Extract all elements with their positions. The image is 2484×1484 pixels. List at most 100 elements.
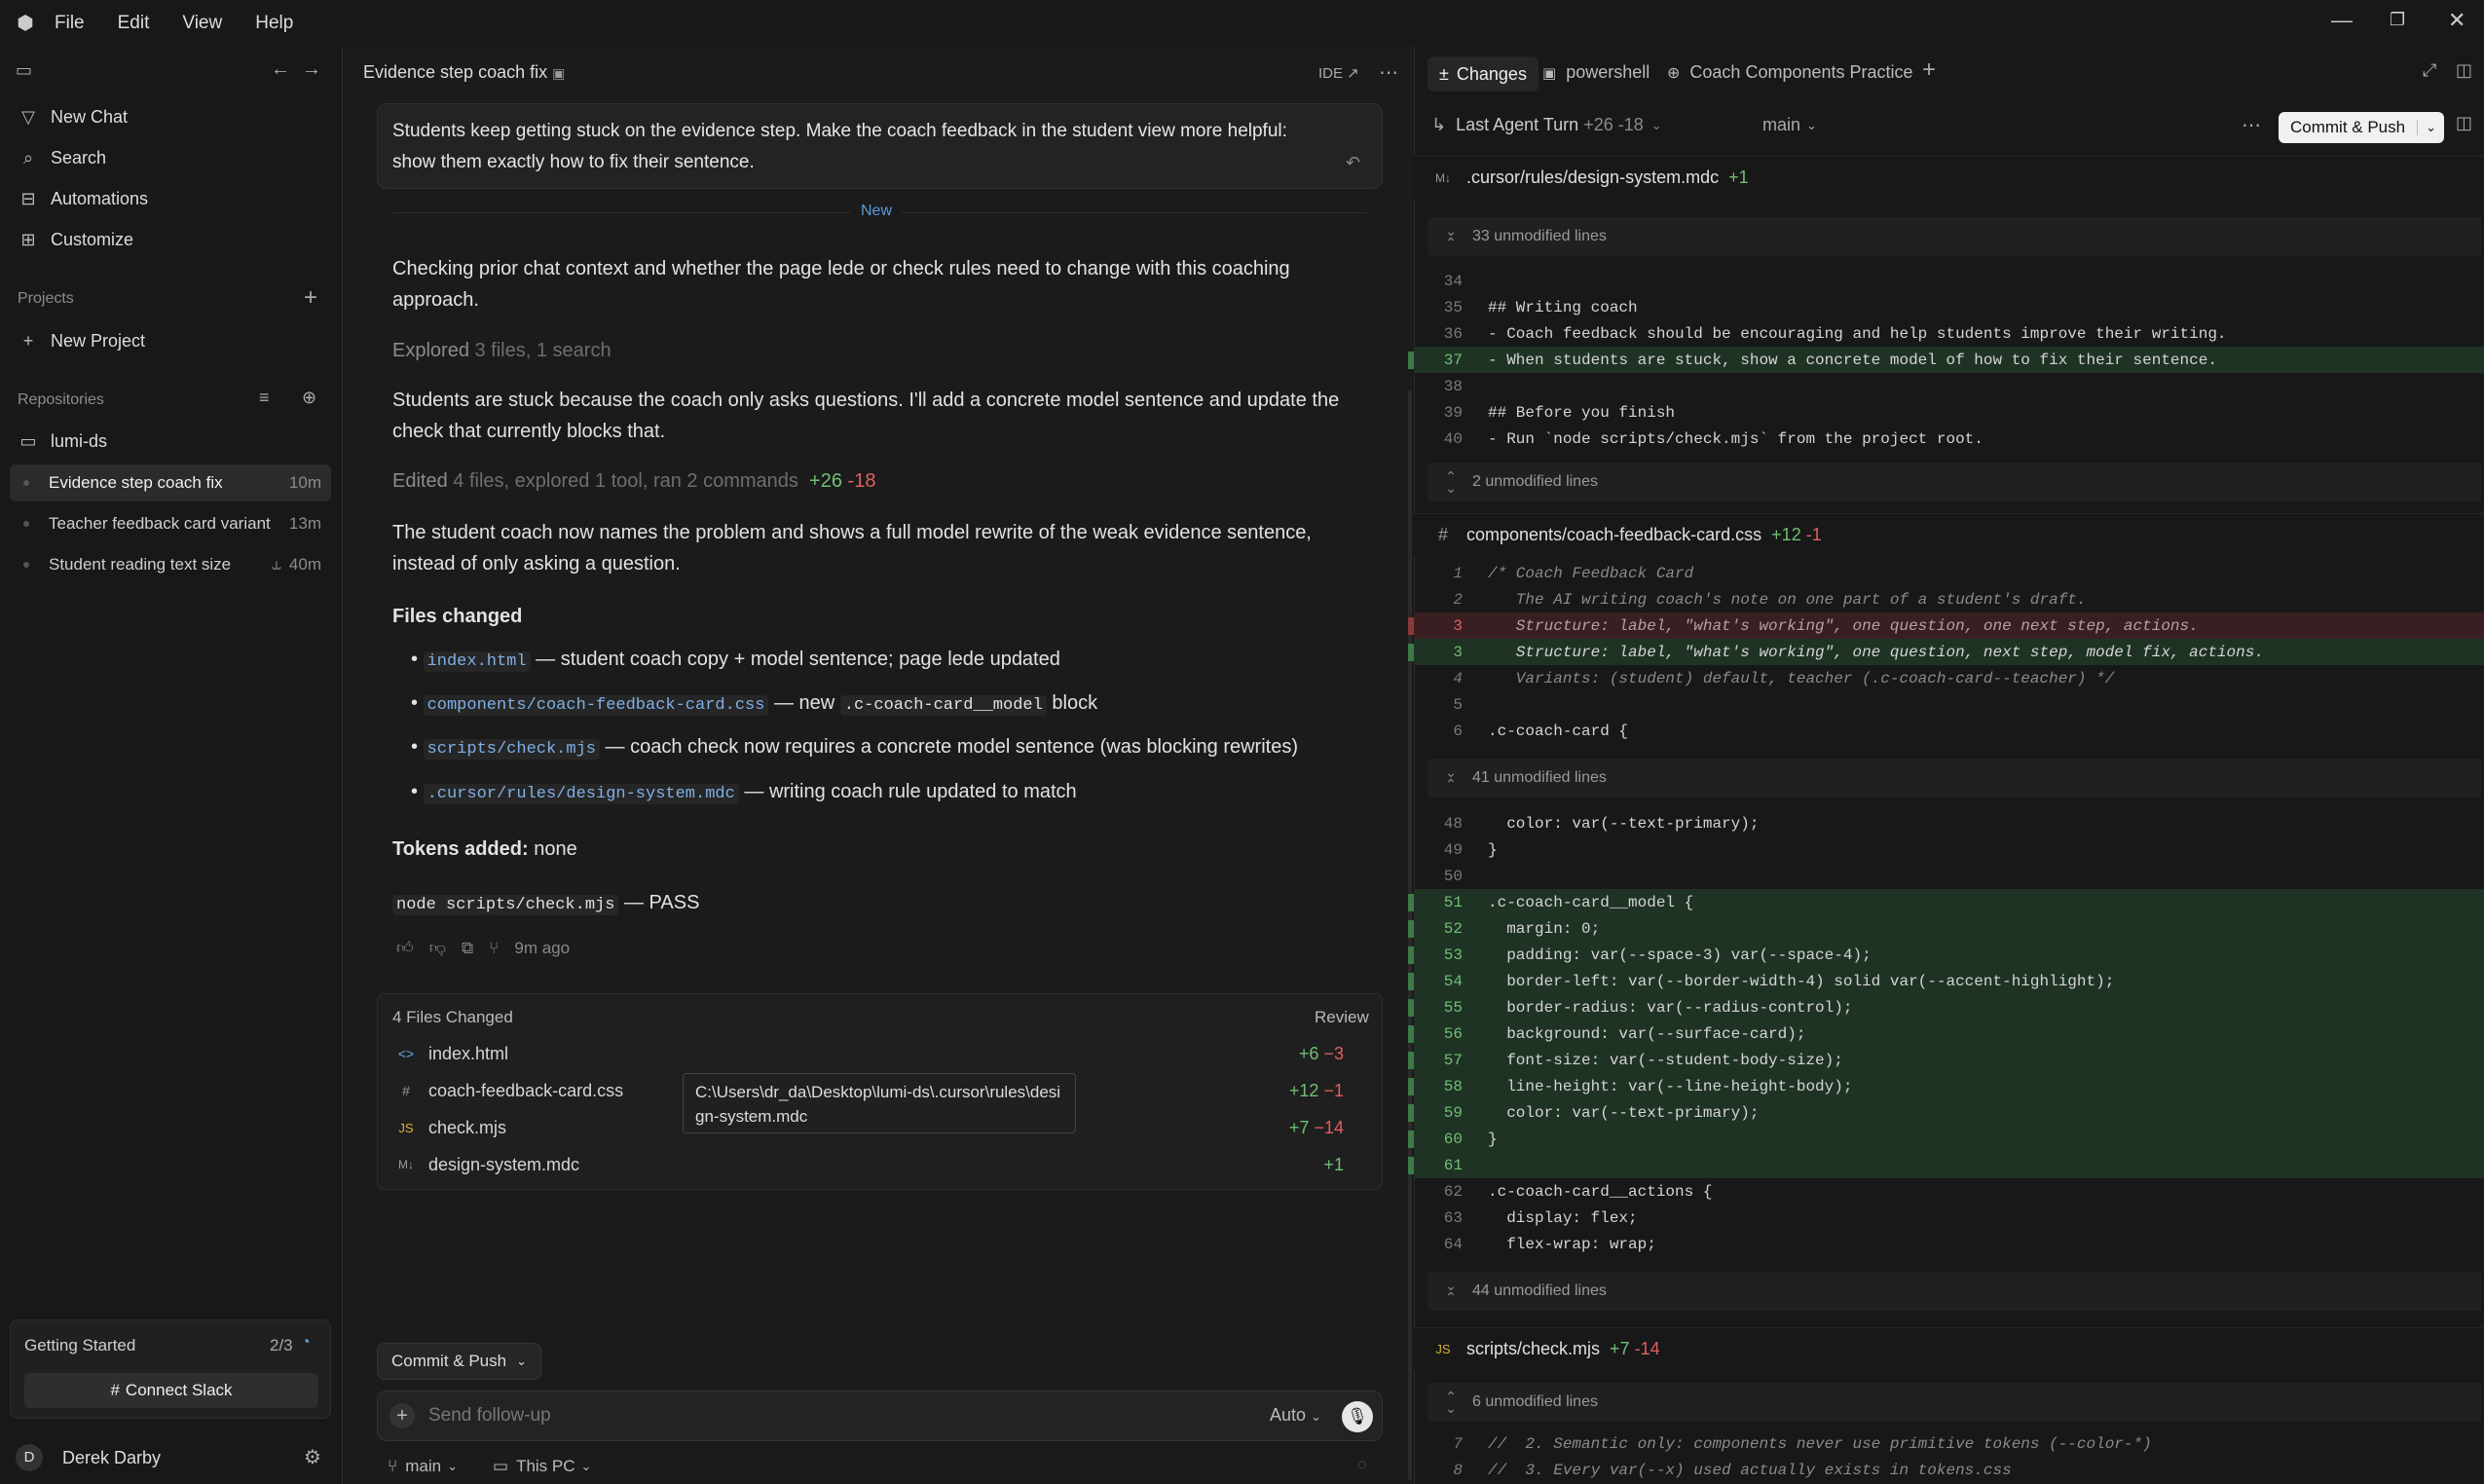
changed-file-row[interactable]: M↓ design-system.mdc +1 bbox=[389, 1147, 1357, 1182]
menu-view[interactable]: View bbox=[182, 13, 222, 34]
line-number: 3 bbox=[1408, 616, 1463, 635]
file-link[interactable]: .cursor/rules/design-system.mdc bbox=[423, 784, 739, 804]
line-code: ## Writing coach bbox=[1488, 298, 1638, 316]
line-number: 49 bbox=[1443, 840, 1463, 859]
automations-button[interactable]: ⊟ Automations bbox=[18, 189, 148, 209]
file-link[interactable]: scripts/check.mjs bbox=[423, 739, 600, 760]
diff-line: 64 flex-wrap: wrap; bbox=[1414, 1231, 2484, 1257]
menu-file[interactable]: File bbox=[55, 13, 85, 34]
composer: + Send follow-up Auto ⌄ 🎙︎ bbox=[377, 1391, 1383, 1441]
connect-slack-button[interactable]: # Connect Slack bbox=[24, 1373, 318, 1408]
toggle-sidebar-icon[interactable]: ▭ bbox=[16, 60, 32, 81]
diff-file-header[interactable]: M↓ .cursor/rules/design-system.mdc +1 bbox=[1414, 156, 2484, 199]
file-link[interactable]: index.html bbox=[423, 651, 531, 672]
search-button[interactable]: ⌕ Search bbox=[18, 148, 106, 168]
new-tab-icon[interactable]: + bbox=[1922, 56, 1936, 84]
customize-label: Customize bbox=[51, 230, 134, 249]
sidebar bbox=[0, 47, 343, 1484]
tab-coach-components-practice[interactable]: ⊕ Coach Components Practice bbox=[1667, 62, 1913, 83]
changed-file-row[interactable]: <> index.html +6 −3 bbox=[389, 1036, 1357, 1071]
add-folder-icon[interactable]: ⊕ bbox=[302, 388, 316, 408]
file-link[interactable]: components/coach-feedback-card.css bbox=[423, 695, 769, 716]
unmodified-lines-expander[interactable]: ⌄ ⌃ 33 unmodified lines bbox=[1427, 217, 2481, 256]
edited-summary[interactable]: Edited 4 files, explored 1 tool, ran 2 c… bbox=[392, 465, 1356, 497]
unmodified-label: 33 unmodified lines bbox=[1472, 228, 1607, 244]
copy-icon[interactable]: ⧉ bbox=[462, 939, 473, 958]
restore-icon[interactable]: ❐ bbox=[2390, 10, 2405, 30]
agent-turn-select[interactable]: ↳ Last Agent Turn +26 -18 ⌄ bbox=[1431, 115, 1662, 135]
mode-select[interactable]: Auto ⌄ bbox=[1270, 1405, 1321, 1426]
line-code: ## Before you finish bbox=[1488, 403, 1676, 422]
js-file-icon: JS bbox=[398, 1120, 414, 1135]
forward-arrow-icon[interactable]: → bbox=[302, 58, 321, 81]
time-ago: 9m ago bbox=[514, 938, 571, 957]
new-project-label: New Project bbox=[51, 331, 146, 351]
thumbs-up-icon[interactable]: 👍︎ bbox=[396, 938, 414, 958]
menu-edit[interactable]: Edit bbox=[118, 13, 150, 34]
diff-file-header[interactable]: # components/coach-feedback-card.css +12 … bbox=[1414, 513, 2484, 556]
diff-line-added: 60} bbox=[1408, 1126, 2484, 1152]
thumbs-down-icon[interactable]: 👎︎ bbox=[429, 938, 446, 958]
new-project-button[interactable]: + New Project bbox=[18, 331, 145, 352]
add-attachment-icon[interactable]: + bbox=[389, 1403, 415, 1428]
line-code: Variants: (student) default, teacher (.c… bbox=[1488, 669, 2115, 687]
unmodified-lines-expander[interactable]: ⌄ ⌃ 41 unmodified lines bbox=[1427, 759, 2481, 798]
line-number: 35 bbox=[1443, 298, 1463, 316]
filter-icon[interactable]: ≡ bbox=[259, 388, 270, 408]
explored-summary[interactable]: Explored 3 files, 1 search bbox=[392, 335, 1356, 366]
commit-push-button[interactable]: Commit & Push ⌄ bbox=[2279, 112, 2444, 143]
more-options-icon[interactable]: ⋯ bbox=[1379, 60, 1398, 85]
open-in-ide-button[interactable]: IDE ↗ bbox=[1318, 64, 1359, 82]
file-name: design-system.mdc bbox=[428, 1154, 580, 1174]
tokens-label: Tokens added: bbox=[392, 838, 529, 860]
revert-icon[interactable]: ↶ bbox=[1346, 153, 1360, 173]
inline-code: .c-coach-card__model bbox=[839, 695, 1047, 716]
unmodified-lines-expander[interactable]: ⌃ ⌄ 6 unmodified lines bbox=[1427, 1383, 2481, 1422]
close-window-icon[interactable]: ✕ bbox=[2448, 8, 2465, 33]
globe-icon: ⊕ bbox=[1667, 64, 1681, 82]
settings-gear-icon[interactable]: ⚙ bbox=[304, 1445, 321, 1469]
add-project-icon[interactable]: + bbox=[304, 284, 317, 312]
expand-chevron-icon: ⌄ ⌃ bbox=[1445, 223, 1457, 250]
unmodified-lines-expander[interactable]: ⌄ ⌃ 44 unmodified lines bbox=[1427, 1272, 2481, 1311]
follow-up-input[interactable]: Send follow-up bbox=[428, 1405, 551, 1427]
avatar[interactable]: D bbox=[16, 1444, 43, 1471]
minimize-icon[interactable]: — bbox=[2331, 8, 2353, 33]
commit-push-chat-button[interactable]: Commit & Push ⌄ bbox=[377, 1343, 541, 1380]
toggle-panel-icon[interactable]: ◫ bbox=[2456, 60, 2472, 81]
expand-icon[interactable]: ⤢ bbox=[2423, 60, 2436, 81]
review-button[interactable]: Review bbox=[1315, 1008, 1369, 1027]
explored-detail: 3 files, 1 search bbox=[474, 340, 612, 361]
side-panel-icon[interactable]: ◫ bbox=[2456, 113, 2472, 133]
tab-powershell[interactable]: ▣ powershell bbox=[1542, 62, 1650, 83]
fork-icon[interactable]: ⑂ bbox=[489, 939, 499, 958]
location-select[interactable]: ▭ This PC ⌄ bbox=[493, 1457, 591, 1476]
turn-label: Last Agent Turn bbox=[1456, 115, 1579, 134]
diff-line: 35 ## Writing coach bbox=[1414, 294, 2484, 320]
line-number: 39 bbox=[1443, 403, 1463, 422]
new-chat-button[interactable]: ▽ New Chat bbox=[18, 107, 128, 128]
diff-file-header[interactable]: JS scripts/check.mjs +7 -14 bbox=[1414, 1327, 2484, 1370]
diff-branch-select[interactable]: main ⌄ bbox=[1762, 115, 1817, 135]
unmodified-lines-expander[interactable]: ⌃ ⌄ 2 unmodified lines bbox=[1427, 463, 2481, 501]
chat-age: 13m bbox=[288, 514, 321, 533]
diff-line-added: 51 .c-coach-card__model { bbox=[1408, 889, 2484, 915]
commit-push-label: Commit & Push bbox=[391, 1352, 507, 1370]
chat-item-reading-text-size[interactable]: Student reading text size ⥿ 40m bbox=[10, 546, 331, 583]
repo-lumi-ds[interactable]: ▭ lumi-ds bbox=[18, 431, 107, 452]
back-arrow-icon[interactable]: ← bbox=[271, 58, 290, 81]
line-number: 50 bbox=[1443, 867, 1463, 885]
microphone-icon[interactable]: 🎙︎ bbox=[1342, 1401, 1373, 1432]
diff-line: 6 .c-coach-card { bbox=[1414, 718, 2484, 744]
more-options-icon[interactable]: ⋯ bbox=[2242, 113, 2261, 137]
expand-chevron-icon: ⌄ ⌃ bbox=[1445, 1278, 1457, 1305]
chevron-down-icon[interactable]: ⌄ bbox=[2417, 120, 2444, 135]
menu-help[interactable]: Help bbox=[255, 13, 293, 34]
chat-item-evidence-step[interactable]: Evidence step coach fix 10m bbox=[10, 464, 331, 501]
customize-button[interactable]: ⊞ Customize bbox=[18, 230, 133, 250]
branch-select[interactable]: ⑂ main ⌄ bbox=[388, 1457, 458, 1476]
line-number: 36 bbox=[1443, 324, 1463, 343]
tab-changes[interactable]: ± Changes bbox=[1427, 56, 1539, 92]
diff-line: 39 ## Before you finish bbox=[1414, 399, 2484, 426]
chat-item-teacher-feedback[interactable]: Teacher feedback card variant 13m bbox=[10, 505, 331, 542]
